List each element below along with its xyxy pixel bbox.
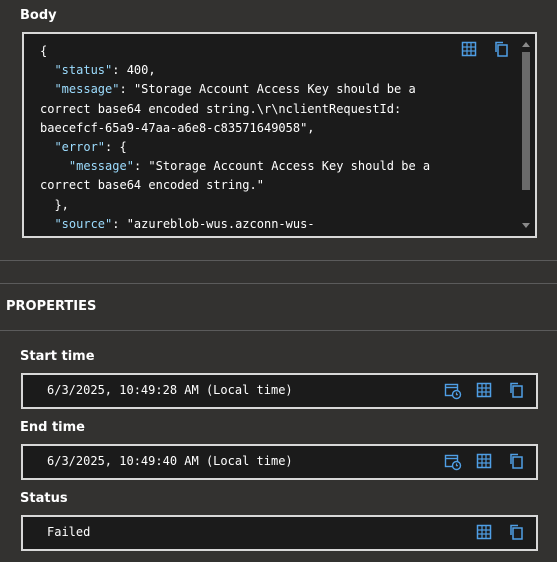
table-icon[interactable] [476, 524, 494, 542]
body-toolbar [461, 41, 511, 59]
table-icon[interactable] [476, 453, 494, 471]
start-time-actions [444, 382, 526, 400]
end-time-label: End time [20, 420, 85, 435]
end-time-field: 6/3/2025, 10:49:40 AM (Local time) [21, 444, 538, 480]
copy-icon[interactable] [493, 41, 511, 59]
json-value: "azureblob-wus.azconn-wus- [126, 216, 315, 231]
properties-title: PROPERTIES [6, 299, 97, 314]
json-text: baecefcf-65a9-47aa-a6e8-c83571649058", [40, 120, 315, 135]
status-label: Status [20, 491, 68, 506]
json-line: { [40, 42, 515, 61]
copy-icon[interactable] [508, 524, 526, 542]
start-time-value: 6/3/2025, 10:49:28 AM (Local time) [47, 383, 293, 397]
start-time-label: Start time [20, 349, 95, 364]
body-json-viewer[interactable]: { "status": 400, "message": "Storage Acc… [22, 32, 537, 238]
json-line: "source": "azureblob-wus.azconn-wus- [54, 216, 315, 231]
json-value: "Storage Account Access Key should be a [133, 82, 416, 97]
end-time-value: 6/3/2025, 10:49:40 AM (Local time) [47, 454, 293, 468]
calendar-clock-icon[interactable] [444, 453, 462, 471]
json-value: { [119, 140, 127, 155]
status-field: Failed [21, 515, 538, 551]
scroll-thumb[interactable] [522, 52, 530, 190]
json-line: baecefcf-65a9-47aa-a6e8-c83571649058", [40, 119, 515, 138]
json-text: }, [54, 197, 69, 212]
status-actions [476, 524, 526, 542]
json-line: "message": "Storage Account Access Key s… [54, 82, 416, 97]
body-label: Body [20, 8, 57, 23]
json-line: correct base64 encoded string." [40, 176, 515, 195]
table-icon[interactable] [461, 41, 479, 59]
status-value: Failed [47, 525, 91, 539]
json-text: { [40, 44, 48, 58]
json-line: "status": 400, [54, 63, 156, 78]
end-time-actions [444, 453, 526, 471]
start-time-field: 6/3/2025, 10:49:28 AM (Local time) [21, 373, 538, 409]
json-key: "error" [54, 140, 106, 155]
json-text: correct base64 encoded string." [40, 178, 264, 193]
json-key: "source" [54, 216, 113, 231]
calendar-clock-icon[interactable] [444, 382, 462, 400]
json-line: correct base64 encoded string.\r\nclient… [40, 100, 515, 119]
json-value: 400, [126, 63, 156, 78]
divider [0, 260, 557, 261]
copy-icon[interactable] [508, 382, 526, 400]
divider [0, 283, 557, 284]
copy-icon[interactable] [508, 453, 526, 471]
json-key: "status" [54, 63, 113, 78]
scroll-up-arrow-icon[interactable] [522, 42, 530, 47]
json-key: "message" [68, 159, 134, 174]
json-code: { "status": 400, "message": "Storage Acc… [40, 42, 515, 234]
json-value: "Storage Account Access Key should be a [148, 159, 431, 174]
json-key: "message" [54, 82, 120, 97]
table-icon[interactable] [476, 382, 494, 400]
json-line: "error": { [54, 140, 127, 155]
json-line: }, [40, 196, 515, 215]
json-text: correct base64 encoded string.\r\nclient… [40, 101, 402, 116]
body-scrollbar[interactable] [521, 38, 531, 232]
scroll-down-arrow-icon[interactable] [522, 223, 530, 228]
divider [0, 330, 557, 331]
json-line: "message": "Storage Account Access Key s… [68, 159, 431, 174]
